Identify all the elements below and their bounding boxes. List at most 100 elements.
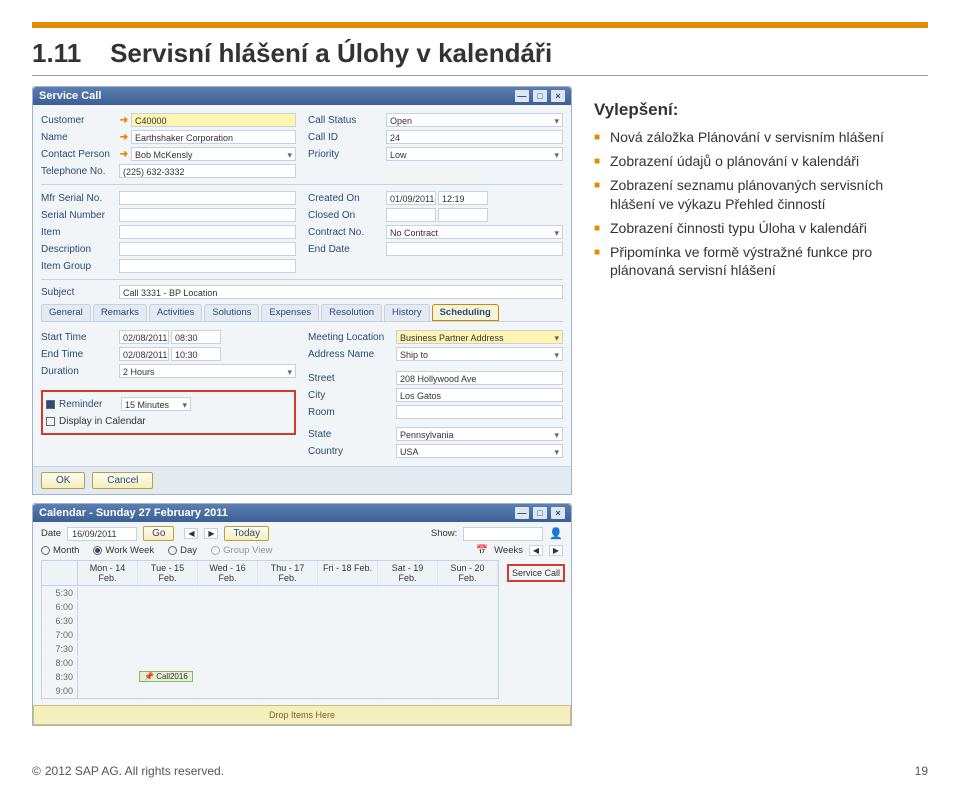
created-date-input[interactable]: 01/09/2011	[386, 191, 436, 205]
view-day-radio[interactable]: Day	[168, 545, 197, 556]
minimize-icon[interactable]: —	[515, 507, 529, 519]
calendar-date-input[interactable]: 16/09/2011	[67, 527, 137, 541]
view-workweek-radio[interactable]: Work Week	[93, 545, 154, 556]
go-button[interactable]: Go	[143, 526, 174, 541]
day-header[interactable]: Fri - 18 Feb.	[318, 561, 378, 585]
end-time-input[interactable]: 10:30	[171, 347, 221, 361]
day-header[interactable]: Sun - 20 Feb.	[438, 561, 498, 585]
day-header[interactable]: Wed - 16 Feb.	[198, 561, 258, 585]
description-input[interactable]	[119, 242, 296, 256]
page-title: 1.11 Servisní hlášení a Úlohy v kalendář…	[32, 38, 928, 76]
duration-select[interactable]: 2 Hours	[119, 364, 296, 378]
maximize-icon[interactable]: □	[533, 507, 547, 519]
closed-date-input[interactable]	[386, 208, 436, 222]
mfr-serial-label: Mfr Serial No.	[41, 193, 119, 204]
meeting-location-select[interactable]: Business Partner Address	[396, 330, 563, 344]
contact-input[interactable]: Bob McKensly	[131, 147, 296, 161]
name-input[interactable]: Earthshaker Corporation	[131, 130, 296, 144]
mfr-serial-input[interactable]	[119, 191, 296, 205]
copyright-text: 2012 SAP AG. All rights reserved.	[32, 764, 224, 778]
day-header[interactable]: Thu - 17 Feb.	[258, 561, 318, 585]
priority-select[interactable]: Low	[386, 147, 563, 161]
city-input[interactable]: Los Gatos	[396, 388, 563, 402]
callid-label: Call ID	[308, 132, 386, 143]
item-group-input[interactable]	[119, 259, 296, 273]
contract-select[interactable]: No Contract	[386, 225, 563, 239]
country-select[interactable]: USA	[396, 444, 563, 458]
minimize-icon[interactable]: —	[515, 90, 529, 102]
end-date-input[interactable]	[386, 242, 563, 256]
reminder-select[interactable]: 15 Minutes	[121, 397, 191, 411]
day-header[interactable]: Tue - 15 Feb.	[138, 561, 198, 585]
subject-input[interactable]: Call 3331 - BP Location	[119, 285, 563, 299]
item-input[interactable]	[119, 225, 296, 239]
tab-scheduling[interactable]: Scheduling	[432, 304, 499, 321]
address-name-label: Address Name	[308, 349, 396, 360]
end-date-label: End Date	[308, 244, 386, 255]
customer-input[interactable]: C40000	[131, 113, 296, 127]
country-label: Country	[308, 446, 396, 457]
weeks-next-icon[interactable]: ▶	[549, 545, 563, 556]
status-label: Call Status	[308, 115, 386, 126]
start-time-input[interactable]: 08:30	[171, 330, 221, 344]
end-time-label: End Time	[41, 349, 119, 360]
telephone-input[interactable]: (225) 632-3332	[119, 164, 296, 178]
callid-input[interactable]: 24	[386, 130, 563, 144]
weeks-icon[interactable]: 📅	[476, 545, 488, 556]
close-icon[interactable]: ×	[551, 507, 565, 519]
weeks-prev-icon[interactable]: ◀	[529, 545, 543, 556]
tab-expenses[interactable]: Expenses	[261, 304, 319, 321]
calendar-title: Calendar - Sunday 27 February 2011	[39, 507, 228, 519]
state-select[interactable]: Pennsylvania	[396, 427, 563, 441]
link-arrow-icon[interactable]: ➜	[119, 132, 129, 143]
room-input[interactable]	[396, 405, 563, 419]
tab-activities[interactable]: Activities	[149, 304, 202, 321]
street-input[interactable]: 208 Hollywood Ave	[396, 371, 563, 385]
next-icon[interactable]: ▶	[204, 528, 218, 539]
list-item: Připomínka ve formě výstražné funkce pro…	[594, 243, 928, 279]
close-icon[interactable]: ×	[551, 90, 565, 102]
item-label: Item	[41, 227, 119, 238]
view-group-radio[interactable]: Group View	[211, 545, 272, 556]
display-calendar-label: Display in Calendar	[59, 416, 146, 427]
maximize-icon[interactable]: □	[533, 90, 547, 102]
address-name-select[interactable]: Ship to	[396, 347, 563, 361]
calendar-grid[interactable]: 5:30 6:00 6:30 7:00 7:30 8:00 8:30📌 Call…	[41, 586, 499, 699]
calendar-event[interactable]: 📌 Call2016	[139, 671, 193, 682]
improvements-heading: Vylepšení:	[594, 100, 928, 120]
page-number: 19	[915, 764, 928, 778]
duration-label: Duration	[41, 366, 119, 377]
tab-solutions[interactable]: Solutions	[204, 304, 259, 321]
tab-resolution[interactable]: Resolution	[321, 304, 382, 321]
window-title: Service Call	[39, 90, 101, 102]
start-time-label: Start Time	[41, 332, 119, 343]
cancel-button[interactable]: Cancel	[92, 472, 153, 489]
street-label: Street	[308, 373, 396, 384]
day-header[interactable]: Mon - 14 Feb.	[78, 561, 138, 585]
day-header[interactable]: Sat - 19 Feb.	[378, 561, 438, 585]
end-date-input[interactable]: 02/08/2011	[119, 347, 169, 361]
service-call-side-panel[interactable]: Service Call	[507, 564, 565, 582]
closed-time-input[interactable]	[438, 208, 488, 222]
list-item: Zobrazení seznamu plánovaných servisních…	[594, 176, 928, 212]
service-call-window: Service Call — □ × Customer➜C40000 Name➜…	[32, 86, 572, 495]
today-button[interactable]: Today	[224, 526, 269, 541]
link-arrow-icon[interactable]: ➜	[119, 149, 129, 160]
drop-zone[interactable]: Drop Items Here	[33, 705, 571, 725]
link-arrow-icon[interactable]: ➜	[119, 115, 129, 126]
customer-label: Customer	[41, 115, 119, 126]
serial-input[interactable]	[119, 208, 296, 222]
created-time-input[interactable]: 12:19	[438, 191, 488, 205]
tab-remarks[interactable]: Remarks	[93, 304, 147, 321]
ok-button[interactable]: OK	[41, 472, 85, 489]
display-calendar-checkbox[interactable]	[46, 417, 55, 426]
tab-history[interactable]: History	[384, 304, 430, 321]
reminder-checkbox[interactable]	[46, 400, 55, 409]
start-date-input[interactable]: 02/08/2011	[119, 330, 169, 344]
tab-general[interactable]: General	[41, 304, 91, 321]
prev-icon[interactable]: ◀	[184, 528, 198, 539]
view-month-radio[interactable]: Month	[41, 545, 79, 556]
status-select[interactable]: Open	[386, 113, 563, 127]
add-user-icon[interactable]: 👤	[549, 527, 563, 540]
show-user-select[interactable]	[463, 527, 543, 541]
